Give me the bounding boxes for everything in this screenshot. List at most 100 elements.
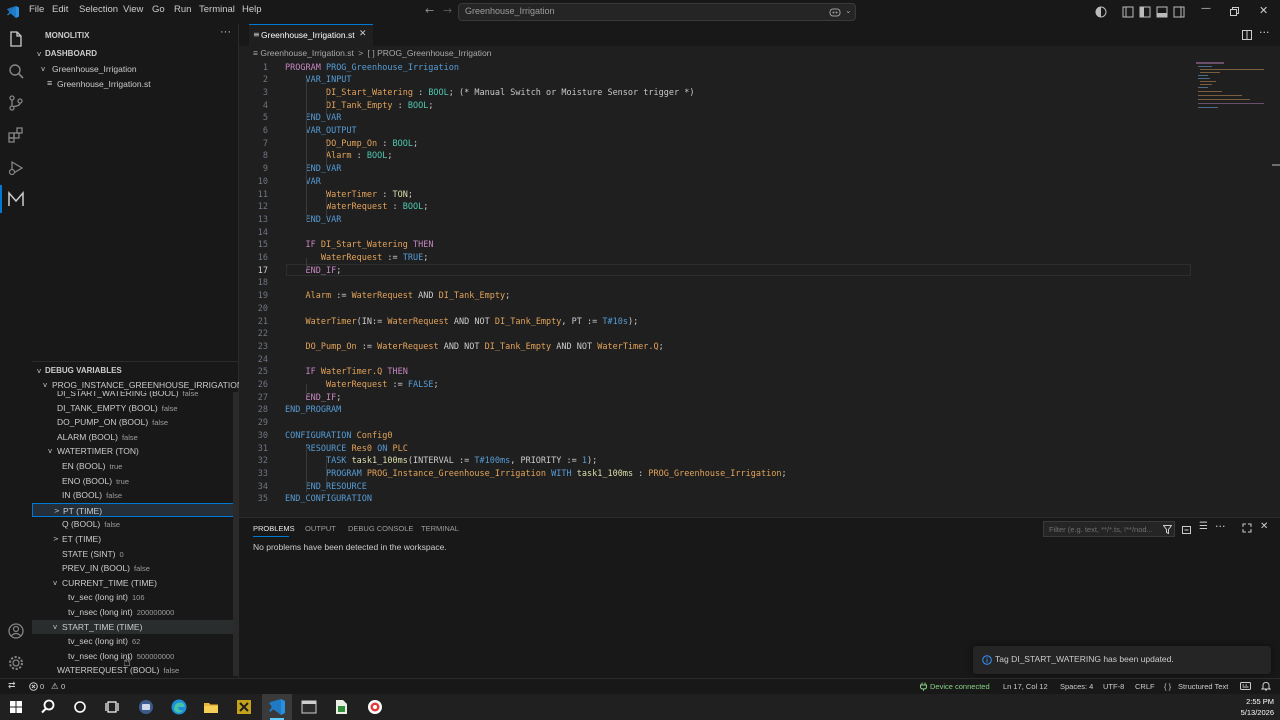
minimize-icon[interactable]: — [1201,3,1211,14]
layout-icon[interactable] [1240,681,1251,691]
notification-toast[interactable]: Tag DI_START_WATERING has been updated. [973,646,1271,674]
code-line[interactable]: END_IF; [285,265,341,278]
encoding[interactable]: UTF-8 [1103,682,1124,691]
code-line[interactable]: WaterRequest := FALSE; [285,379,439,392]
debug-variable-row[interactable]: tv_nsec (long int) 200000000 [32,605,238,619]
code-line[interactable]: IF DI_Start_Watering THEN [285,239,433,252]
code-line[interactable]: END_CONFIGURATION [285,493,372,506]
chevron-down-icon[interactable]: v [41,65,45,73]
code-line[interactable]: END_VAR [285,112,341,125]
menu-selection[interactable]: Selection [79,4,118,15]
close-tab-icon[interactable]: ✕ [359,29,367,39]
minimap[interactable] [1194,60,1274,110]
error-icon[interactable] [29,682,38,691]
code-line[interactable]: TASK task1_100ms(INTERVAL := T#100ms, PR… [285,455,597,468]
code-line[interactable]: Alarm := WaterRequest AND DI_Tank_Empty; [285,290,510,303]
editor-more-icon[interactable]: ··· [1259,26,1270,39]
chevron-down-icon[interactable]: v [43,381,47,389]
close-panel-icon[interactable]: ✕ [1260,521,1268,532]
extensions-icon[interactable] [6,125,26,145]
code-line[interactable]: END_PROGRAM [285,404,341,417]
maximize-panel-icon[interactable] [1242,523,1252,533]
account-icon[interactable] [6,621,26,641]
code-line[interactable]: END_VAR [285,214,341,227]
debug-variable-row[interactable]: EN (BOOL) true [32,459,238,473]
run-and-debug-icon[interactable] [6,158,26,178]
problems-filter-input[interactable]: Filter (e.g. text, **/*.ts, !**/nod... [1043,521,1175,537]
code-line[interactable]: PROGRAM PROG_Greenhouse_Irrigation [285,62,459,75]
chevron-right-icon[interactable]: > [53,535,59,543]
menu-help[interactable]: Help [242,4,262,15]
copilot-icon[interactable] [829,7,841,17]
debug-variable-row[interactable]: DI_TANK_EMPTY (BOOL) false [32,401,238,415]
folder-greenhouse[interactable]: Greenhouse_Irrigation [52,64,137,74]
edge-browser-icon[interactable] [169,697,189,717]
tab-problems[interactable]: PROBLEMS [253,524,295,533]
language-mode[interactable]: Structured Text [1178,682,1228,691]
debug-variable-row[interactable]: PREV_IN (BOOL) false [32,561,238,575]
code-line[interactable]: WaterTimer : TON; [285,189,413,202]
debug-variables-title[interactable]: DEBUG VARIABLES [45,366,122,375]
task-view-icon[interactable] [102,697,122,717]
debug-variable-row[interactable]: tv_nsec (long int) 500000000 [32,649,238,663]
split-editor-icon[interactable] [1242,30,1252,40]
error-count[interactable]: 0 [40,682,44,691]
settings-gear-icon[interactable] [6,653,26,673]
menu-run[interactable]: Run [174,4,191,15]
tab-debug-console[interactable]: DEBUG CONSOLE [348,524,413,533]
menu-go[interactable]: Go [152,4,165,15]
code-line[interactable]: IF WaterTimer.Q THEN [285,366,407,379]
toggle-panel-icon[interactable] [1156,6,1168,18]
chevron-down-icon[interactable]: v [37,367,41,375]
debug-variable-row[interactable]: DI_START_WATERING (BOOL) false [32,391,238,400]
toggle-primary-sidebar-icon[interactable] [1139,6,1151,18]
restore-icon[interactable] [1230,7,1239,16]
device-connected-status[interactable]: Device connected [930,682,990,691]
recorder-app-icon[interactable] [365,697,385,717]
menu-terminal[interactable]: Terminal [199,4,235,15]
tab-output[interactable]: OUTPUT [305,524,336,533]
debug-variable-row[interactable]: tv_sec (long int) 62 [32,634,238,648]
debug-variable-row[interactable]: v START_TIME (TIME) [32,619,238,634]
command-center[interactable]: Greenhouse_Irrigation ⌄ [458,3,856,21]
tab-greenhouse-st[interactable]: ≡ Greenhouse_Irrigation.st ✕ [249,24,373,46]
toggle-secondary-sidebar-icon[interactable] [1173,6,1185,18]
chevron-down-icon[interactable]: v [53,579,57,587]
code-line[interactable]: Alarm : BOOL; [285,150,393,163]
filter-icon[interactable] [1163,525,1172,534]
code-line[interactable]: DI_Start_Watering : BOOL; (* Manual Swit… [285,87,695,100]
back-arrow-icon[interactable]: ← [425,4,434,17]
panel-more-icon[interactable]: ··· [1215,520,1226,533]
search-icon[interactable] [6,61,26,81]
chevron-down-icon[interactable]: ⌄ [845,6,852,15]
plc-tool-icon[interactable] [234,697,254,717]
chevron-right-icon[interactable]: > [54,507,60,515]
breadcrumb-file[interactable]: Greenhouse_Irrigation.st [260,48,354,58]
spreadsheet-app-icon[interactable] [331,697,351,717]
indentation[interactable]: Spaces: 4 [1060,682,1093,691]
chevron-down-icon[interactable]: v [37,50,41,58]
debug-variable-row[interactable]: tv_sec (long int) 106 [32,590,238,604]
collapse-all-icon[interactable] [1182,524,1192,534]
code-line[interactable]: VAR_INPUT [285,74,351,87]
debug-variable-row[interactable]: ALARM (BOOL) false [32,430,238,444]
clock-date[interactable]: 5/13/2026 [1234,708,1274,717]
view-as-list-icon[interactable]: ☰ [1199,521,1208,532]
debug-variable-row[interactable]: > ET (TIME) [32,532,238,546]
app-launcher-icon[interactable] [136,697,156,717]
dashboard-section-title[interactable]: DASHBOARD [45,49,97,58]
chevron-down-icon[interactable]: v [53,623,57,631]
file-greenhouse-st[interactable]: Greenhouse_Irrigation.st [57,79,151,89]
debug-variable-row[interactable]: Q (BOOL) false [32,517,238,531]
debug-variable-row[interactable]: DO_PUMP_ON (BOOL) false [32,415,238,429]
chevron-down-icon[interactable]: v [48,447,52,455]
code-line[interactable]: PROGRAM PROG_Instance_Greenhouse_Irrigat… [285,468,787,481]
debug-variable-row[interactable]: v WATERTIMER (TON) [32,444,238,458]
close-window-icon[interactable]: ✕ [1259,4,1268,17]
accounts-icon[interactable] [1095,6,1107,18]
code-line[interactable]: DO_Pump_On : BOOL; [285,138,418,151]
program-instance-node[interactable]: PROG_INSTANCE_GREENHOUSE_IRRIGATION... [52,380,250,390]
remote-icon[interactable]: ⇄ [8,680,16,691]
file-explorer-icon[interactable] [201,697,221,717]
debug-variable-row[interactable]: STATE (SINT) 0 [32,547,238,561]
